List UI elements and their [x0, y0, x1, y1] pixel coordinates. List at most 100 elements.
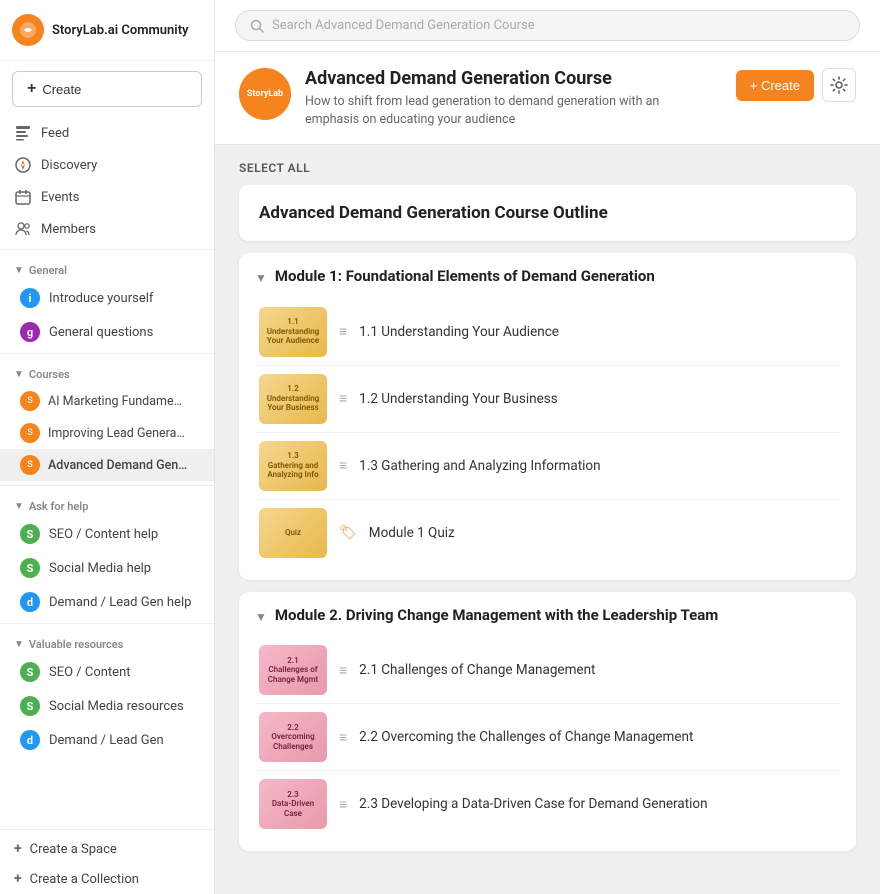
- sidebar-item-members[interactable]: Members: [0, 213, 214, 245]
- chevron-help-icon: ▼: [14, 501, 24, 512]
- sidebar: StoryLab.ai Community + Create Feed Disc…: [0, 0, 215, 894]
- module-1-title: Module 1: Foundational Elements of Deman…: [275, 267, 655, 287]
- create-space-button[interactable]: + Create a Space: [0, 834, 214, 864]
- lesson-thumb-1-1: 1.1UnderstandingYour Audience: [259, 307, 327, 357]
- sidebar-item-feed[interactable]: Feed: [0, 117, 214, 149]
- drag-icon-2-3[interactable]: ≡: [339, 796, 347, 813]
- section-ask-help[interactable]: ▼ Ask for help: [0, 490, 214, 517]
- sidebar-item-discovery[interactable]: Discovery: [0, 149, 214, 181]
- select-all-bar[interactable]: SELECT ALL: [239, 161, 856, 175]
- seo-res-icon: S: [20, 662, 40, 682]
- app-logo[interactable]: [12, 14, 44, 46]
- module-2-title: Module 2. Driving Change Management with…: [275, 606, 718, 626]
- drag-icon-2-1[interactable]: ≡: [339, 662, 347, 679]
- calendar-icon: [14, 188, 32, 206]
- content-area: SELECT ALL Advanced Demand Generation Co…: [215, 145, 880, 894]
- sidebar-course-ai-marketing[interactable]: S AI Marketing Fundamentals: [0, 385, 214, 417]
- social-resources-label: Social Media resources: [49, 699, 184, 714]
- members-icon: [14, 220, 32, 238]
- sidebar-item-events[interactable]: Events: [0, 181, 214, 213]
- create-button[interactable]: + Create: [12, 71, 202, 107]
- search-placeholder: Search Advanced Demand Generation Course: [272, 18, 535, 33]
- chevron-general-icon: ▼: [14, 265, 24, 276]
- plus-collection-icon: +: [14, 871, 22, 887]
- ai-marketing-label: AI Marketing Fundamentals: [48, 394, 188, 409]
- info-icon: i: [20, 288, 40, 308]
- plus-space-icon: +: [14, 841, 22, 857]
- section-general[interactable]: ▼ General: [0, 254, 214, 281]
- divider-3: [0, 485, 214, 486]
- demand-help-label: Demand / Lead Gen help: [49, 595, 191, 610]
- introduce-label: Introduce yourself: [49, 291, 153, 306]
- sidebar-item-introduce[interactable]: i Introduce yourself: [0, 281, 214, 315]
- divider-4: [0, 623, 214, 624]
- sidebar-course-improving-lead[interactable]: S Improving Lead Generation: [0, 417, 214, 449]
- sidebar-item-social-resources[interactable]: S Social Media resources: [0, 689, 214, 723]
- advanced-demand-label: Advanced Demand Generati...: [48, 458, 188, 473]
- chevron-resources-icon: ▼: [14, 639, 24, 650]
- drag-icon-1-1[interactable]: ≡: [339, 323, 347, 340]
- lesson-thumb-1-3: 1.3Gathering andAnalyzing Info: [259, 441, 327, 491]
- sidebar-course-advanced-demand[interactable]: S Advanced Demand Generati...: [0, 449, 214, 481]
- sidebar-item-seo-help[interactable]: S SEO / Content help: [0, 517, 214, 551]
- lesson-title-1-2: 1.2 Understanding Your Business: [359, 391, 558, 407]
- settings-button[interactable]: [822, 68, 856, 102]
- top-bar: Search Advanced Demand Generation Course: [215, 0, 880, 52]
- section-general-label: General: [29, 264, 67, 277]
- create-course-button[interactable]: + Create: [736, 70, 814, 101]
- search-icon: [250, 19, 264, 33]
- sidebar-item-general-questions[interactable]: g General questions: [0, 315, 214, 349]
- lesson-row-quiz-1: Quiz 🏷 Module 1 Quiz: [255, 500, 840, 566]
- module-2-card: ▼ Module 2. Driving Change Management wi…: [239, 592, 856, 852]
- sidebar-item-demand-help[interactable]: d Demand / Lead Gen help: [0, 585, 214, 619]
- feed-icon: [14, 124, 32, 142]
- lesson-thumb-quiz-1: Quiz: [259, 508, 327, 558]
- drag-icon-2-2[interactable]: ≡: [339, 729, 347, 746]
- divider-2: [0, 353, 214, 354]
- section-resources-label: Valuable resources: [29, 638, 123, 651]
- sidebar-header: StoryLab.ai Community: [0, 0, 214, 61]
- module-1-header: ▼ Module 1: Foundational Elements of Dem…: [255, 267, 840, 287]
- search-box[interactable]: Search Advanced Demand Generation Course: [235, 10, 860, 41]
- sidebar-item-social-help[interactable]: S Social Media help: [0, 551, 214, 585]
- plus-icon: +: [27, 80, 36, 98]
- drag-icon-1-3[interactable]: ≡: [339, 457, 347, 474]
- compass-icon: [14, 156, 32, 174]
- module-2-header: ▼ Module 2. Driving Change Management wi…: [255, 606, 840, 626]
- course-description: How to shift from lead generation to dem…: [305, 93, 705, 128]
- course-header: StoryLab Advanced Demand Generation Cour…: [215, 52, 880, 145]
- sidebar-item-seo-content[interactable]: S SEO / Content: [0, 655, 214, 689]
- divider-1: [0, 249, 214, 250]
- drag-icon-1-2[interactable]: ≡: [339, 390, 347, 407]
- module-2-chevron-icon[interactable]: ▼: [255, 610, 267, 624]
- social-res-icon: S: [20, 696, 40, 716]
- section-help-label: Ask for help: [29, 500, 88, 513]
- section-courses-label: Courses: [29, 368, 70, 381]
- discovery-label: Discovery: [41, 158, 97, 173]
- demand-res-icon: d: [20, 730, 40, 750]
- feed-label: Feed: [41, 126, 69, 141]
- create-collection-label: Create a Collection: [30, 872, 139, 887]
- lesson-row-2-2: 2.2OvercomingChallenges ≡ 2.2 Overcoming…: [255, 704, 840, 771]
- lesson-thumb-2-3: 2.3Data-DrivenCase: [259, 779, 327, 829]
- main-content: Search Advanced Demand Generation Course…: [215, 0, 880, 894]
- course-info: Advanced Demand Generation Course How to…: [305, 68, 705, 128]
- create-collection-button[interactable]: + Create a Collection: [0, 864, 214, 894]
- lesson-title-1-1: 1.1 Understanding Your Audience: [359, 324, 559, 340]
- lesson-row-1-1: 1.1UnderstandingYour Audience ≡ 1.1 Unde…: [255, 299, 840, 366]
- improving-lead-label: Improving Lead Generation: [48, 426, 188, 441]
- section-resources[interactable]: ▼ Valuable resources: [0, 628, 214, 655]
- lesson-row-2-1: 2.1Challenges ofChange Mgmt ≡ 2.1 Challe…: [255, 637, 840, 704]
- lesson-thumb-2-1: 2.1Challenges ofChange Mgmt: [259, 645, 327, 695]
- module-1-chevron-icon[interactable]: ▼: [255, 271, 267, 285]
- quiz-icon-1: 🏷: [339, 525, 357, 541]
- events-label: Events: [41, 190, 79, 205]
- outline-title: Advanced Demand Generation Course Outlin…: [259, 203, 836, 223]
- gear-icon: [830, 76, 848, 94]
- general-q-icon: g: [20, 322, 40, 342]
- sidebar-item-demand-lead[interactable]: d Demand / Lead Gen: [0, 723, 214, 757]
- section-courses[interactable]: ▼ Courses: [0, 358, 214, 385]
- seo-content-label: SEO / Content: [49, 665, 131, 680]
- lesson-title-2-2: 2.2 Overcoming the Challenges of Change …: [359, 729, 693, 745]
- lesson-row-1-3: 1.3Gathering andAnalyzing Info ≡ 1.3 Gat…: [255, 433, 840, 500]
